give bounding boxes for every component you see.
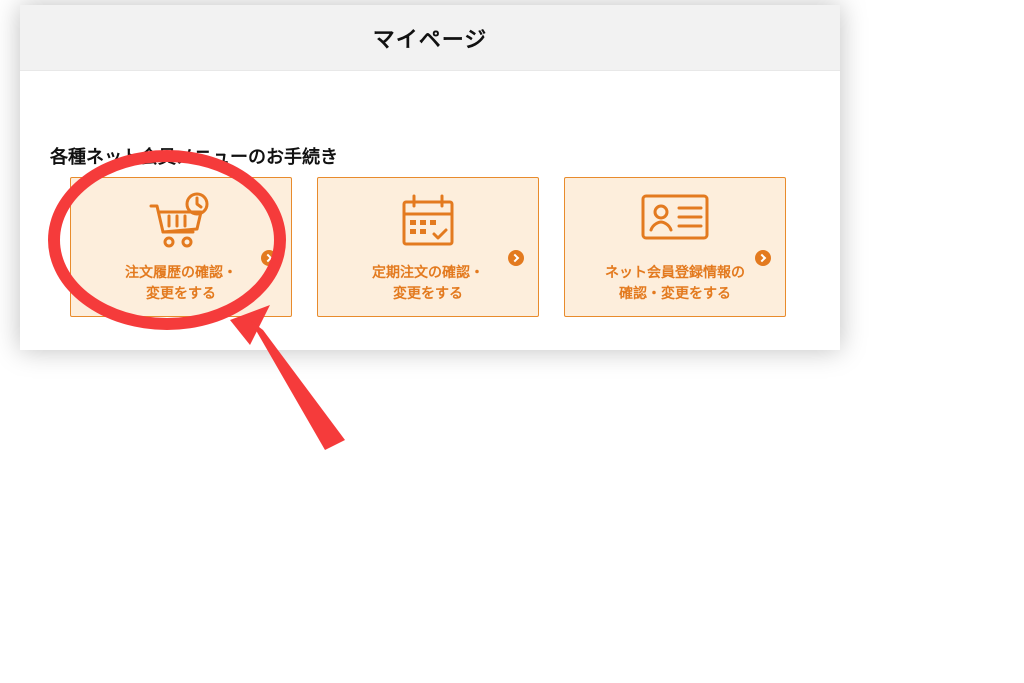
card-label: ネット会員登録情報の 確認・変更をする [605, 262, 745, 304]
card-subscription[interactable]: 定期注文の確認・ 変更をする [317, 177, 539, 317]
card-label: 注文履歴の確認・ 変更をする [125, 262, 237, 304]
menu-cards: 注文履歴の確認・ 変更をする [70, 177, 786, 317]
calendar-check-icon [398, 192, 458, 253]
chevron-right-icon [755, 250, 771, 266]
card-order-history[interactable]: 注文履歴の確認・ 変更をする [70, 177, 292, 317]
cart-history-icon [147, 192, 215, 253]
section-title: 各種ネット会員メニューのお手続き [50, 143, 338, 169]
page-title-bar: マイページ [20, 5, 840, 71]
card-label: 定期注文の確認・ 変更をする [372, 262, 484, 304]
card-member-info[interactable]: ネット会員登録情報の 確認・変更をする [564, 177, 786, 317]
id-card-icon [639, 192, 711, 247]
chevron-right-icon [508, 250, 524, 266]
page-title: マイページ [373, 22, 488, 54]
chevron-right-icon [261, 250, 277, 266]
mypage-panel: マイページ 各種ネット会員メニューのお手続き [20, 5, 840, 350]
